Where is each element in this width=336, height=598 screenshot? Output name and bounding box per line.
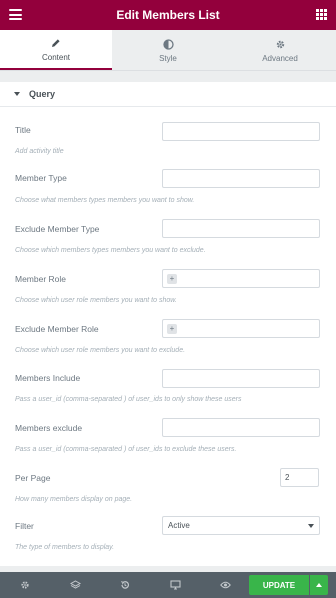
controls-panel: Title Add activity title Member Type Cho… bbox=[0, 107, 336, 566]
navigator-button[interactable] bbox=[50, 572, 100, 598]
exclude-member-role-select[interactable]: + bbox=[162, 319, 320, 338]
members-exclude-input[interactable] bbox=[162, 418, 320, 437]
hamburger-menu-icon[interactable] bbox=[9, 9, 22, 20]
exclude-member-type-label: Exclude Member Type bbox=[15, 224, 100, 234]
desktop-icon bbox=[169, 580, 181, 590]
widgets-grid-icon[interactable] bbox=[316, 9, 327, 20]
filter-label: Filter bbox=[15, 521, 34, 531]
filter-description: The type of members to display. bbox=[15, 544, 115, 551]
add-role-icon[interactable]: + bbox=[167, 323, 177, 334]
per-page-description: How many members display on page. bbox=[15, 496, 133, 503]
caret-down-icon bbox=[14, 92, 20, 96]
exclude-member-type-input[interactable] bbox=[162, 219, 320, 238]
update-options-button[interactable] bbox=[310, 575, 328, 595]
member-type-label: Member Type bbox=[15, 173, 67, 183]
chevron-down-icon bbox=[308, 523, 314, 528]
panel-title: Edit Members List bbox=[116, 8, 220, 22]
eye-icon bbox=[219, 581, 231, 589]
members-include-input[interactable] bbox=[162, 369, 320, 388]
member-type-description: Choose what members types members you wa… bbox=[15, 197, 195, 204]
layers-icon bbox=[69, 580, 81, 589]
tab-content[interactable]: Content bbox=[0, 30, 112, 70]
gear-icon bbox=[275, 37, 286, 51]
member-role-select[interactable]: + bbox=[162, 269, 320, 288]
members-include-label: Members Include bbox=[15, 373, 81, 383]
members-exclude-label: Members exclude bbox=[15, 423, 83, 433]
settings-button[interactable] bbox=[0, 572, 50, 598]
member-type-input[interactable] bbox=[162, 169, 320, 188]
section-query-toggle[interactable]: Query bbox=[0, 82, 336, 107]
tab-style-label: Style bbox=[159, 54, 177, 63]
member-role-label: Member Role bbox=[15, 274, 67, 284]
panel-footer: UPDATE bbox=[0, 572, 336, 598]
section-title: Query bbox=[29, 89, 56, 99]
members-include-description: Pass a user_id (comma-separated ) of use… bbox=[15, 396, 242, 403]
responsive-mode-button[interactable] bbox=[150, 572, 200, 598]
tab-content-label: Content bbox=[41, 53, 71, 62]
caret-up-icon bbox=[316, 583, 322, 587]
exclude-member-role-description: Choose which user role members you want … bbox=[15, 347, 186, 354]
add-role-icon[interactable]: + bbox=[167, 273, 177, 284]
gear-icon bbox=[21, 581, 29, 589]
per-page-input[interactable]: 2 bbox=[280, 468, 319, 487]
history-icon bbox=[121, 581, 129, 589]
panel-tabs: Content Style Advanced bbox=[0, 30, 336, 71]
per-page-label: Per Page bbox=[15, 473, 51, 483]
update-button[interactable]: UPDATE bbox=[249, 575, 309, 595]
tab-advanced-label: Advanced bbox=[262, 54, 298, 63]
history-button[interactable] bbox=[100, 572, 150, 598]
filter-selected-value: Active bbox=[168, 521, 190, 530]
contrast-icon bbox=[162, 37, 174, 51]
member-role-description: Choose which user role members you want … bbox=[15, 297, 177, 304]
pencil-icon bbox=[51, 36, 61, 50]
title-description: Add activity title bbox=[15, 148, 64, 155]
exclude-member-role-label: Exclude Member Role bbox=[15, 324, 99, 334]
tab-style[interactable]: Style bbox=[112, 30, 224, 70]
panel-header: Edit Members List bbox=[0, 0, 336, 30]
title-label: Title bbox=[15, 125, 31, 135]
tab-advanced[interactable]: Advanced bbox=[224, 30, 336, 70]
preview-button[interactable] bbox=[200, 572, 250, 598]
title-input[interactable] bbox=[162, 122, 320, 141]
members-exclude-description: Pass a user_id (comma-separated ) of use… bbox=[15, 446, 237, 453]
filter-select[interactable]: Active bbox=[162, 516, 320, 535]
exclude-member-type-description: Choose which members types members you w… bbox=[15, 247, 206, 254]
